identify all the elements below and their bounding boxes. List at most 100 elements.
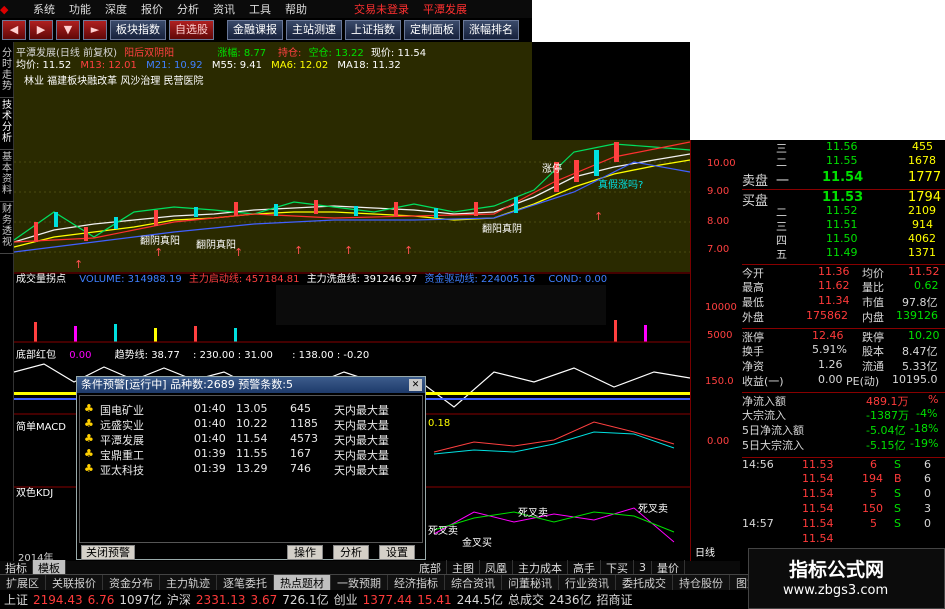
tab-economic[interactable]: 经济指标 xyxy=(388,574,445,591)
price-axis: 10.00 9.00 8.00 7.00 10000 5000 150.0 0.… xyxy=(690,140,742,562)
alert-row[interactable]: ♣ 平潭发展 01:40 11.54 4573 天内最大量 xyxy=(84,432,414,447)
site-watermark: 指标公式网 www.zbgs3.com xyxy=(748,548,945,609)
sidebar-tab-basic[interactable]: 基本资料 xyxy=(0,152,14,202)
alert-reason: 天内最大量 xyxy=(334,419,389,432)
tab-holdings[interactable]: 持仓股份 xyxy=(673,574,730,591)
ask-row-1[interactable]: 卖盘一 11.54 1777 xyxy=(742,170,945,189)
annotation-2: 翻阴真阳 xyxy=(196,240,236,251)
menu-news[interactable]: 资讯 xyxy=(206,1,242,17)
position-legend: 持仓: 空仓: 13.22 现价: 11.54 xyxy=(250,44,530,59)
watchlist-button[interactable]: 自选股 xyxy=(169,20,214,40)
ask-row-3[interactable]: 三 11.56 455 xyxy=(742,140,945,155)
svg-text:↑: ↑ xyxy=(294,244,303,257)
back-button[interactable]: ◀ xyxy=(2,20,26,40)
alert-volume: 1185 xyxy=(290,417,318,430)
volume-header: 成交量拐点 VOLUME: 314988.19 主力启动线: 457184.81… xyxy=(16,270,692,285)
m55-value: M55: 9.41 xyxy=(211,60,262,71)
alert-title: 条件预警[运行中] 品种数:2689 预警条数:5 ✕ xyxy=(77,377,425,393)
y-tick-3: 8.00 xyxy=(707,216,730,227)
condition-alert-dialog[interactable]: 条件预警[运行中] 品种数:2689 预警条数:5 ✕ ♣ 国电矿业 01:40… xyxy=(76,376,426,560)
bottom-tick-1: 150.0 xyxy=(705,376,734,387)
close-icon[interactable]: ✕ xyxy=(409,379,422,391)
close-alert-button[interactable]: 关闭预警 xyxy=(81,545,135,560)
menu-analysis[interactable]: 分析 xyxy=(170,1,206,17)
flow-row: 净流入额 489.1万% xyxy=(742,392,945,408)
concept-tags: 林业 福建板块融改革 风沙治理 民营医院 xyxy=(24,76,204,87)
sector-index-button[interactable]: 板块指数 xyxy=(110,20,166,40)
current-stock-name: 平潭发展 xyxy=(423,3,467,16)
tick-row: 11.54 194 B 6 xyxy=(802,472,931,485)
server-speed-button[interactable]: 主站测速 xyxy=(286,20,342,40)
sidebar-tab-timeshare[interactable]: 分时走势 xyxy=(0,48,14,98)
finance-lesson-button[interactable]: 金融课报 xyxy=(227,20,283,40)
kdj-label-4: 死叉卖 xyxy=(428,526,458,537)
m21-value: M21: 10.92 xyxy=(146,60,203,71)
tab-related-quote[interactable]: 关联报价 xyxy=(46,574,103,591)
sh-index-button[interactable]: 上证指数 xyxy=(345,20,401,40)
tab-ask-secretary[interactable]: 问董秘讯 xyxy=(502,574,559,591)
y-tick-2: 9.00 xyxy=(707,186,730,197)
alert-row[interactable]: ♣ 亚太科技 01:39 13.29 746 天内最大量 xyxy=(84,462,414,477)
daily-tab[interactable]: 日线 xyxy=(695,544,715,559)
alert-stock-name: 平潭发展 xyxy=(100,434,144,447)
bid-row-1[interactable]: 买盘 11.53 1794 xyxy=(742,189,945,209)
operate-button[interactable]: 操作 xyxy=(287,545,323,560)
menu-quote[interactable]: 报价 xyxy=(134,1,170,17)
bid-row-3[interactable]: 三 11.51 914 xyxy=(742,218,945,233)
cy-change: 15.41 xyxy=(417,592,452,607)
bid-row-5[interactable]: 五 11.49 1371 xyxy=(742,246,945,261)
alert-row[interactable]: ♣ 远盛实业 01:40 10.22 1185 天内最大量 xyxy=(84,417,414,432)
next-button[interactable]: ► xyxy=(83,20,107,40)
annotation-5: 真假涨吗? xyxy=(598,180,644,191)
vol-tick-1: 10000 xyxy=(705,302,737,313)
sidebar-tab-finance[interactable]: 财务透视 xyxy=(0,204,14,254)
tab-news[interactable]: 综合资讯 xyxy=(445,574,502,591)
analyze-button[interactable]: 分析 xyxy=(333,545,369,560)
menu-help[interactable]: 帮助 xyxy=(278,1,314,17)
tab-extension[interactable]: 扩展区 xyxy=(0,574,46,591)
tab-industry[interactable]: 行业资讯 xyxy=(559,574,616,591)
menu-function[interactable]: 功能 xyxy=(62,1,98,17)
macd-title: 简单MACD xyxy=(16,422,66,433)
now-hint: 现价: 11.54 xyxy=(370,48,427,59)
tab-3[interactable]: 3 xyxy=(634,561,652,574)
trade-login-status[interactable]: 交易未登录 xyxy=(314,1,416,17)
tab-main-track[interactable]: 主力轨迹 xyxy=(160,574,217,591)
tab-orders[interactable]: 委托成交 xyxy=(616,574,673,591)
sh-change: 6.76 xyxy=(87,592,115,607)
rise-ranking-button[interactable]: 涨幅排名 xyxy=(463,20,519,40)
watermark-title: 指标公式网 xyxy=(789,559,885,581)
menu-depth[interactable]: 深度 xyxy=(98,1,134,17)
alert-stock-name: 国电矿业 xyxy=(100,404,144,417)
tick-row: 11.54 5 S 0 xyxy=(802,487,931,500)
down-button[interactable]: ▼ xyxy=(56,20,80,40)
kdj-label-1: 死叉卖 xyxy=(518,508,548,519)
tab-hot-topics[interactable]: 热点题材 xyxy=(274,574,331,591)
hs-value: 2331.13 xyxy=(195,592,246,607)
bottom-red-title: 底部红包 xyxy=(16,350,56,361)
custom-panel-button[interactable]: 定制面板 xyxy=(404,20,460,40)
menu-system[interactable]: 系统 xyxy=(26,1,62,17)
tab-consensus[interactable]: 一致预期 xyxy=(331,574,388,591)
alert-price: 13.29 xyxy=(236,462,268,475)
cond-value: COND: 0.00 xyxy=(548,274,608,285)
kdj-label-2: 死叉卖 xyxy=(638,504,668,515)
alert-reason: 天内最大量 xyxy=(334,404,389,417)
forward-button[interactable]: ▶ xyxy=(29,20,53,40)
tab-fund-distribution[interactable]: 资金分布 xyxy=(103,574,160,591)
ask-row-2[interactable]: 二 11.55 1678 xyxy=(742,154,945,169)
alert-row[interactable]: ♣ 宝鼎重工 01:39 11.55 167 天内最大量 xyxy=(84,447,414,462)
sidebar-tab-technical[interactable]: 技术分析 xyxy=(0,100,14,150)
svg-text:↑: ↑ xyxy=(344,244,353,257)
watermark-url: www.zbgs3.com xyxy=(783,583,889,598)
bid-row-2[interactable]: 二 11.52 2109 xyxy=(742,204,945,219)
broker-label[interactable]: 招商证 xyxy=(597,591,638,608)
tab-order-detail[interactable]: 逐笔委托 xyxy=(217,574,274,591)
alert-row[interactable]: ♣ 国电矿业 01:40 13.05 645 天内最大量 xyxy=(84,402,414,417)
bid-row-4[interactable]: 四 11.50 4062 xyxy=(742,232,945,247)
settings-button[interactable]: 设置 xyxy=(379,545,415,560)
stat-row: 换手 5.91% 股本 8.47亿 xyxy=(742,343,938,358)
alert-time: 01:39 xyxy=(194,462,226,475)
total-value: 2436亿 xyxy=(549,593,592,607)
menu-tools[interactable]: 工具 xyxy=(242,1,278,17)
